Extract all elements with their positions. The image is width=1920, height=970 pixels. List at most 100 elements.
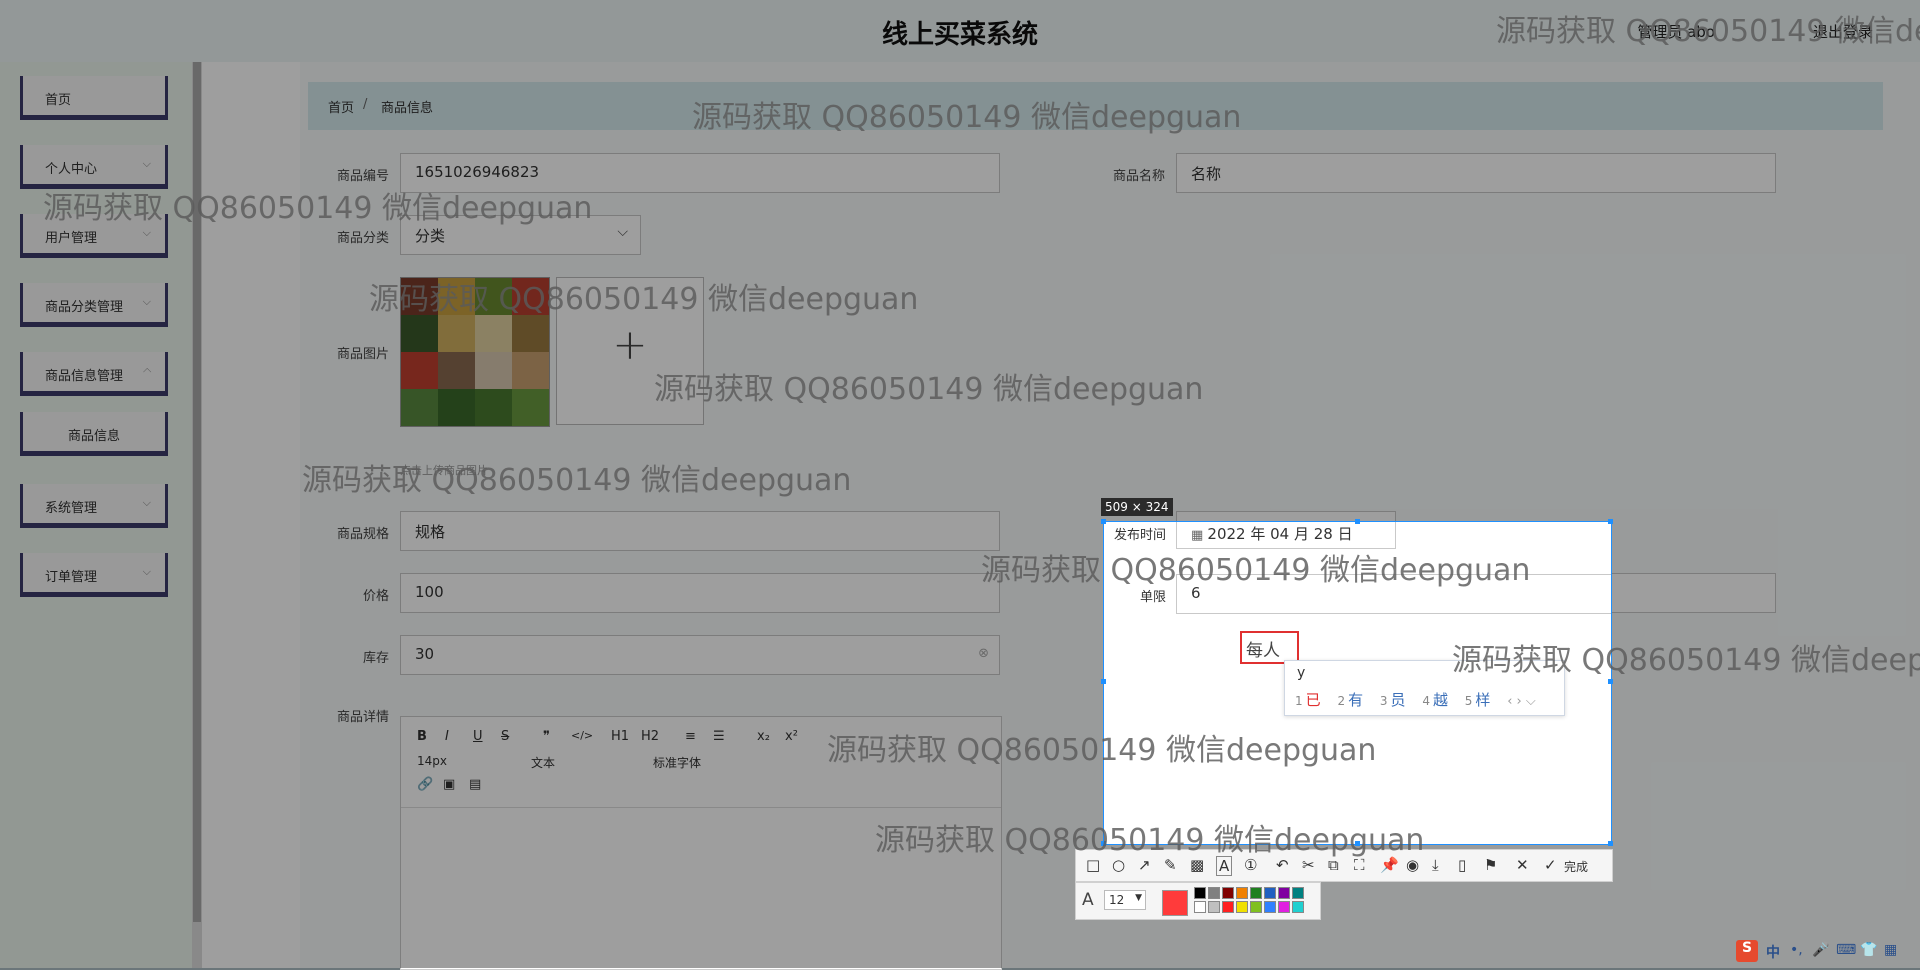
h1-button[interactable]: H1 [611,729,629,744]
text-tool-icon[interactable]: A [1216,856,1233,876]
name-field[interactable]: 名称 [1176,153,1776,193]
bookmark-icon[interactable]: ⚑ [1484,856,1497,874]
ime-candidate[interactable]: 4越 [1422,691,1448,709]
color-swatch[interactable] [1278,901,1290,913]
category-select[interactable]: 分类 ⌵ [400,215,641,255]
italic-button[interactable]: I [445,729,449,744]
pin-icon[interactable]: 📌 [1380,856,1399,874]
publish-date-field-cap: ▦ 2022 年 04 月 28 日 [1176,522,1396,549]
color-swatch[interactable] [1292,901,1304,913]
color-swatch[interactable] [1250,887,1262,899]
code-button[interactable]: </> [571,729,593,742]
color-swatch[interactable] [1208,887,1220,899]
spec-field[interactable]: 规格 [400,511,1000,551]
shirt-icon[interactable]: 👕 [1860,942,1877,958]
clear-icon[interactable]: ⊗ [978,646,989,661]
grid-icon[interactable]: ▦ [1884,942,1897,958]
underline-button[interactable]: U [473,729,483,744]
rich-text-editor[interactable]: B I U S ❞ </> H1 H2 ≡ ☰ x₂ x² 14px 文本 标准… [400,716,1002,970]
resize-handle[interactable] [1101,679,1106,684]
breadcrumb-home[interactable]: 首页 [328,97,354,116]
arrow-icon[interactable]: ↗ [1138,856,1151,874]
mosaic-icon[interactable]: ▩ [1190,856,1204,874]
sogou-ime-icon[interactable]: S [1736,940,1758,962]
ime-page-arrows[interactable]: ‹ › ⌵ [1507,694,1536,709]
image-upload-button[interactable]: + [556,277,704,425]
resize-handle[interactable] [1355,841,1360,846]
rectangle-icon[interactable]: □ [1086,856,1100,874]
color-swatch[interactable] [1264,887,1276,899]
font-size-select[interactable]: 12 ▼ [1104,890,1146,910]
bold-button[interactable]: B [417,729,427,744]
microphone-icon[interactable]: 🎤 [1812,942,1829,958]
color-swatch[interactable] [1222,901,1234,913]
font-family-select[interactable]: 标准字体 [653,754,701,771]
color-swatch[interactable] [1194,901,1206,913]
sidebar-item-profile[interactable]: 个人中心 ⌵ [20,145,168,189]
color-swatch[interactable] [1236,901,1248,913]
sidebar-item-orders[interactable]: 订单管理 ⌵ [20,553,168,597]
product-image[interactable] [400,277,550,427]
superscript-button[interactable]: x² [785,729,798,744]
bullet-list-button[interactable]: ☰ [713,729,725,744]
phone-icon[interactable]: ▯ [1458,856,1466,874]
color-swatch[interactable] [1208,901,1220,913]
number-icon[interactable]: ① [1244,856,1257,874]
sidebar-item-product-mgmt[interactable]: 商品信息管理 ⌵ [20,352,168,396]
h2-button[interactable]: H2 [641,729,659,744]
price-field[interactable]: 100 [400,573,1000,613]
color-swatch[interactable] [1194,887,1206,899]
resize-handle[interactable] [1355,519,1360,524]
ime-candidate[interactable]: 2有 [1337,691,1363,709]
download-icon[interactable]: ⤓ [1432,856,1439,874]
sidebar-item-system[interactable]: 系统管理 ⌵ [20,484,168,528]
sidebar-item-category[interactable]: 商品分类管理 ⌵ [20,283,168,327]
copy-icon[interactable]: ⧉ [1328,856,1339,874]
image-icon[interactable]: ▣ [443,777,455,792]
resize-handle[interactable] [1101,841,1106,846]
breadcrumb-separator: / [363,97,368,112]
ime-candidate[interactable]: 5样 [1465,691,1491,709]
sidebar-item-product-info[interactable]: 商品信息 [20,412,168,456]
color-swatch[interactable] [1236,887,1248,899]
ime-mode-indicator[interactable]: 中 [1766,942,1780,962]
close-icon[interactable]: ✕ [1516,856,1529,874]
record-icon[interactable]: ◉ [1406,856,1419,874]
ocr-icon[interactable]: ⛶ [1354,856,1365,874]
current-color-swatch[interactable] [1162,890,1188,916]
sidebar-scrollbar[interactable] [192,62,202,968]
stock-field[interactable]: 30 ⊗ [400,635,1000,675]
ordered-list-button[interactable]: ≡ [685,729,696,744]
subscript-button[interactable]: x₂ [757,729,770,744]
color-swatch[interactable] [1292,887,1304,899]
resize-handle[interactable] [1608,519,1613,524]
color-swatch[interactable] [1278,887,1290,899]
resize-handle[interactable] [1608,841,1613,846]
ellipse-icon[interactable]: ○ [1112,856,1125,874]
text-type-select[interactable]: 文本 [531,754,555,771]
font-size-select[interactable]: 14px [417,754,447,768]
sidebar-item-home[interactable]: 首页 [20,76,168,120]
color-swatch[interactable] [1222,887,1234,899]
resize-handle[interactable] [1101,519,1106,524]
pen-icon[interactable]: ✎ [1164,856,1177,874]
quote-button[interactable]: ❞ [543,729,550,744]
scissors-icon[interactable]: ✂ [1302,856,1315,874]
ime-candidate[interactable]: 1已 [1295,691,1321,709]
color-swatch[interactable] [1250,901,1262,913]
keyboard-icon[interactable]: ⌨ [1836,942,1856,958]
color-swatch[interactable] [1264,901,1276,913]
resize-handle[interactable] [1608,679,1613,684]
check-icon[interactable]: ✓ [1544,856,1557,874]
code-field[interactable]: 1651026946823 [400,153,1000,193]
video-icon[interactable]: ▤ [469,777,481,792]
ime-candidate[interactable]: 3员 [1380,691,1406,709]
logout-link[interactable]: 退出登录 [1813,21,1873,42]
strike-button[interactable]: S [501,729,509,744]
punctuation-icon[interactable]: •, [1790,942,1803,958]
undo-icon[interactable]: ↶ [1276,856,1289,874]
link-icon[interactable]: 🔗 [417,777,433,792]
finish-button[interactable]: 完成 [1564,858,1588,875]
sidebar-item-users[interactable]: 用户管理 ⌵ [20,214,168,258]
scrollbar-thumb[interactable] [193,62,201,922]
